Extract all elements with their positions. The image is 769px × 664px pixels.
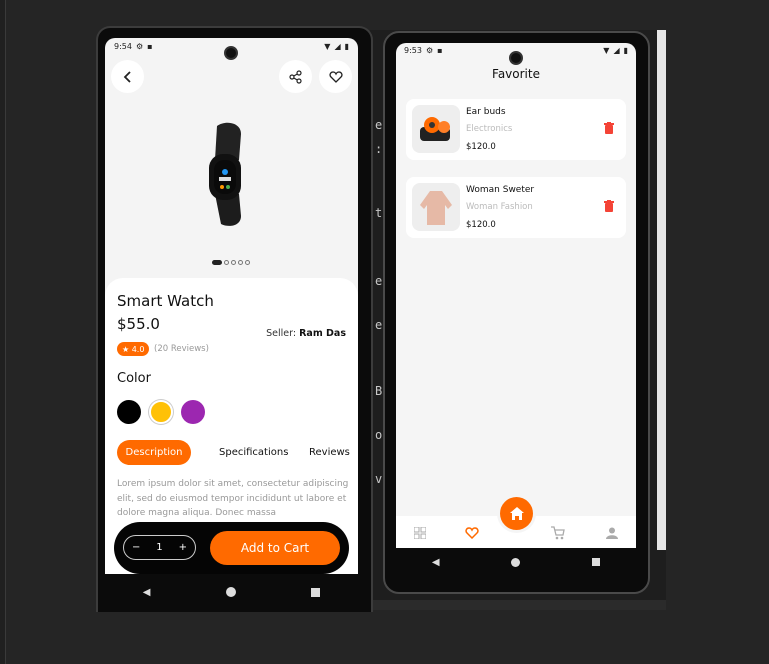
- settings-status-icon: ⚙: [135, 42, 144, 51]
- sim-status-icon: ▪: [437, 46, 443, 55]
- indicator-dot[interactable]: [224, 260, 229, 265]
- home-fab-button[interactable]: [500, 497, 533, 530]
- battery-icon: ▮: [344, 42, 349, 51]
- tab-reviews[interactable]: Reviews: [299, 440, 358, 465]
- product-title: Smart Watch: [117, 292, 214, 310]
- reviews-count: (20 Reviews): [154, 344, 209, 354]
- nav-home-icon[interactable]: [511, 557, 521, 567]
- signal-icon: ◢: [334, 42, 341, 51]
- editor-code-char: v: [375, 472, 383, 486]
- status-bar: 9:54 ⚙ ▪: [114, 42, 153, 51]
- earbuds-image: [420, 117, 450, 141]
- page-title: Favorite: [492, 67, 540, 81]
- indicator-dot[interactable]: [238, 260, 243, 265]
- back-button[interactable]: [111, 60, 144, 93]
- editor-code-char: e: [375, 318, 383, 332]
- editor-code-char: B: [375, 384, 383, 398]
- grid-icon[interactable]: [414, 527, 426, 539]
- color-swatch-purple[interactable]: [181, 400, 205, 424]
- quantity-increment-button[interactable]: +: [179, 542, 187, 553]
- seller-name: Ram Das: [299, 328, 346, 339]
- editor-code-char: e: [375, 274, 383, 288]
- earbuds-thumbnail: [412, 105, 460, 153]
- nav-back-icon[interactable]: ◀: [432, 557, 440, 568]
- home-icon: [509, 507, 524, 520]
- tab-description[interactable]: Description: [117, 440, 191, 465]
- editor-code-char: e: [375, 118, 383, 132]
- rating-badge: ★ 4.0: [117, 342, 150, 356]
- product-detail-screen: 9:54 ⚙ ▪ ▼◢▮ Smart Watch $55.0 Seller:: [105, 38, 358, 574]
- color-swatches: [117, 400, 205, 424]
- quantity-stepper: − 1 +: [123, 535, 196, 560]
- profile-icon[interactable]: [606, 527, 618, 539]
- trash-icon[interactable]: [604, 122, 614, 134]
- system-nav-bar: ◀: [105, 574, 358, 610]
- nav-home-icon[interactable]: [225, 587, 236, 597]
- battery-icon: ▮: [623, 46, 628, 55]
- carousel-indicator: [212, 260, 250, 265]
- cart-icon[interactable]: [551, 526, 565, 540]
- front-camera: [224, 46, 238, 60]
- product-price: $55.0: [117, 315, 160, 333]
- left-edge-strip: [0, 0, 6, 664]
- nav-recents-icon[interactable]: [311, 587, 321, 597]
- favorite-screen: 9:53 ⚙ ▪ ▼ ◢ ▮ Favorite Ear buds Electroni…: [396, 43, 636, 548]
- tab-specifications[interactable]: Specifications: [209, 440, 298, 465]
- seller-info: Seller: Ram Das: [266, 328, 346, 339]
- system-nav-bar: ◀: [396, 548, 636, 576]
- indicator-dot-active[interactable]: [212, 260, 222, 265]
- status-icons: ▼ ◢ ▮: [324, 42, 349, 51]
- share-button[interactable]: [279, 60, 312, 93]
- cart-bar: − 1 + Add to Cart: [114, 522, 349, 574]
- nav-recents-icon[interactable]: [592, 558, 601, 566]
- seller-label: Seller:: [266, 328, 297, 339]
- add-to-cart-button[interactable]: Add to Cart: [210, 531, 340, 565]
- share-icon: [288, 69, 302, 84]
- item-name: Ear buds: [466, 107, 506, 117]
- status-icons: ▼ ◢ ▮: [603, 46, 628, 55]
- indicator-dot[interactable]: [245, 260, 250, 265]
- item-category: Woman Fashion: [466, 202, 533, 212]
- chevron-left-icon: [123, 70, 131, 83]
- quantity-decrement-button[interactable]: −: [132, 542, 140, 553]
- wifi-icon: ▼: [603, 46, 610, 55]
- heart-icon[interactable]: [465, 526, 479, 539]
- trash-icon[interactable]: [604, 200, 614, 212]
- smart-watch-image: [209, 122, 241, 226]
- item-price: $120.0: [466, 220, 496, 230]
- editor-bottom-bar: [370, 600, 666, 610]
- color-swatch-yellow[interactable]: [149, 400, 173, 424]
- settings-status-icon: ⚙: [425, 46, 434, 55]
- status-time: 9:54: [114, 42, 132, 51]
- favorite-item[interactable]: Ear buds Electronics $120.0: [406, 99, 626, 160]
- sim-status-icon: ▪: [147, 42, 153, 51]
- item-category: Electronics: [466, 124, 513, 134]
- indicator-dot[interactable]: [231, 260, 236, 265]
- item-name: Woman Sweter: [466, 185, 535, 195]
- editor-code-char: t: [375, 206, 383, 220]
- nav-back-icon[interactable]: ◀: [143, 587, 151, 598]
- favorite-button[interactable]: [319, 60, 352, 93]
- heart-icon: [328, 70, 343, 83]
- wifi-icon: ▼: [324, 42, 331, 51]
- editor-scroll-edge: [657, 30, 666, 550]
- editor-code-char: o: [375, 428, 383, 442]
- color-heading: Color: [117, 371, 151, 386]
- signal-icon: ◢: [613, 46, 620, 55]
- color-swatch-black[interactable]: [117, 400, 141, 424]
- status-bar: 9:53 ⚙ ▪: [404, 46, 443, 55]
- favorite-item[interactable]: Woman Sweter Woman Fashion $120.0: [406, 177, 626, 238]
- status-time: 9:53: [404, 46, 422, 55]
- sweater-thumbnail: [412, 183, 460, 231]
- quantity-value: 1: [156, 542, 163, 553]
- sweater-image: [420, 191, 452, 225]
- item-price: $120.0: [466, 142, 496, 152]
- editor-code-char: :: [375, 142, 383, 156]
- front-camera: [509, 51, 523, 65]
